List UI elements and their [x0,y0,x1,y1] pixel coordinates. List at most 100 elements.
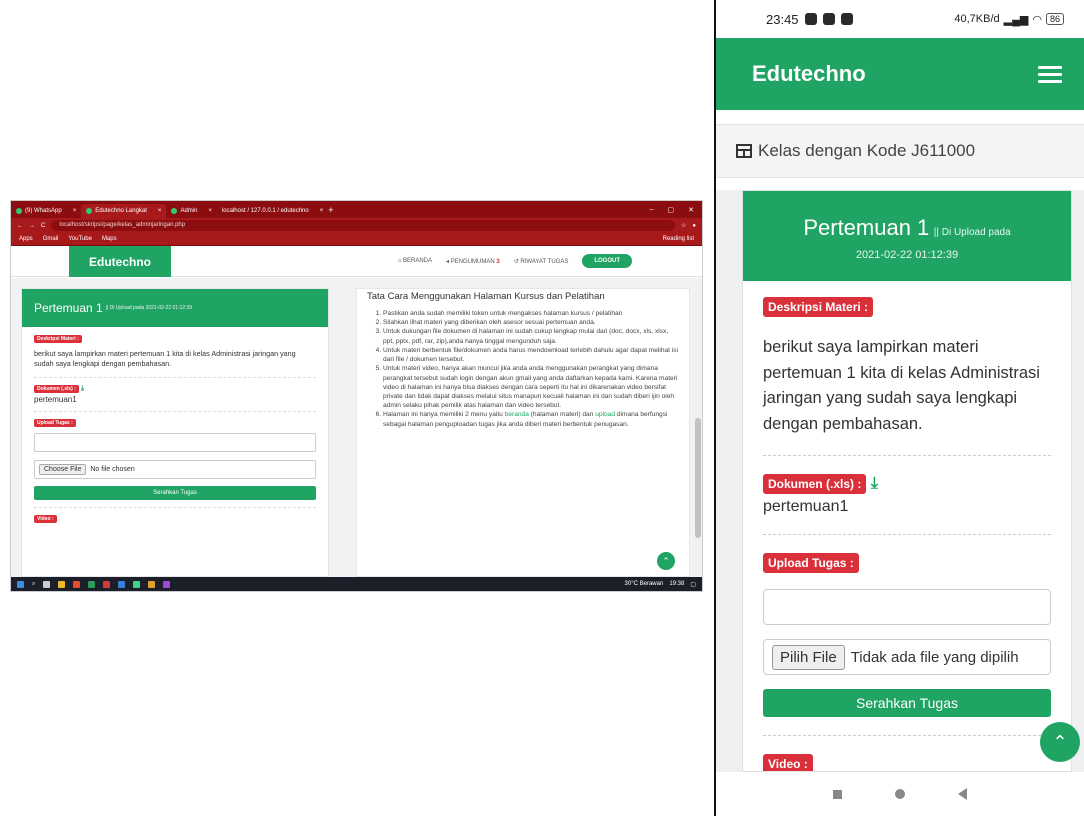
maximize-icon[interactable]: ▢ [668,206,675,214]
app-icon[interactable] [103,580,111,588]
file-input[interactable]: Pilih File Tidak ada file yang dipilih [763,639,1051,676]
status-right: 40,7KB/d ▂▄▆ ◠ 86 [954,13,1064,26]
scroll-top-button[interactable]: ⌃ [1040,722,1080,762]
site-navbar: Edutechno ⌂ BERANDA ◂ PENGUMUMAN 3 ↺ RIW… [11,246,702,277]
notification-icon[interactable]: ▢ [690,581,696,588]
tab-label: Edutechno Langkat [95,208,147,214]
dokumen-name[interactable]: pertemuan1 [763,498,1051,516]
dokumen-name[interactable]: pertemuan1 [34,395,316,404]
download-icon[interactable]: ⤓ [81,385,84,392]
nav-riwayat-tugas[interactable]: ↺ RIWAYAT TUGAS [514,258,569,265]
star-icon[interactable]: ☆ [681,222,686,229]
upload-text-input[interactable] [34,432,316,452]
page-body: Pertemuan 1 || Di Upload pada 2021-02-22… [11,278,702,577]
upload-text-input[interactable] [763,589,1051,626]
submit-button[interactable]: Serahkan Tugas [763,689,1051,718]
browser-tab-whatsapp[interactable]: (9) WhatsApp × [11,204,81,218]
notification-icon [840,13,853,25]
status-time: 23:45 [766,11,799,27]
forward-icon[interactable]: → [29,223,35,229]
window-controls: – ▢ ✕ [650,206,702,214]
bookmark-maps[interactable]: Maps [102,236,117,242]
chrome-icon[interactable] [148,580,156,588]
deskripsi-text: berikut saya lampirkan materi pertemuan … [763,338,1040,433]
weather-text[interactable]: 30°C Berawan [625,581,664,587]
mobile-navbar: Edutechno [716,38,1084,110]
home-icon[interactable] [894,789,905,799]
nav-pengumuman[interactable]: ◂ PENGUMUMAN 3 [446,258,500,265]
video-label: Video : [763,754,813,771]
download-icon[interactable]: ⤓ [871,475,878,492]
app-icon[interactable] [163,580,171,588]
choose-file-button[interactable]: Pilih File [772,644,845,670]
bookmark-youtube[interactable]: YouTube [68,236,92,242]
nav-menu: ⌂ BERANDA ◂ PENGUMUMAN 3 ↺ RIWAYAT TUGAS… [398,254,702,268]
taskview-icon[interactable] [43,580,51,588]
clock-text[interactable]: 19:38 [669,581,684,587]
browser-tab-phpmyadmin[interactable]: localhost / 127.0.0.1 / edutechno × [217,204,328,218]
site-brand[interactable]: Edutechno [69,246,171,277]
divider [763,735,1051,737]
wifi-icon: ◠ [1032,13,1042,26]
instruction-text: (halaman materi) dan [528,411,596,419]
breadcrumb: Kelas dengan Kode J611000 [716,124,1084,178]
explorer-icon[interactable] [58,580,66,588]
table-icon [736,144,752,158]
dokumen-label: Dokumen (.xls) : [34,384,79,393]
close-icon[interactable]: × [312,208,324,214]
address-bar: ← → C localhost/skripsi/page/kelas_admin… [11,218,702,233]
choose-file-button[interactable]: Choose File [39,463,87,475]
video-label: Video : [34,514,57,523]
instruction-item: Halaman ini hanya memiliki 2 menu yaitu … [383,410,679,428]
site-brand[interactable]: Edutechno [752,61,866,87]
windows-start-icon[interactable] [17,580,24,588]
search-icon[interactable]: ⌕ [32,581,35,588]
nav-beranda[interactable]: ⌂ BERANDA [398,258,432,264]
logout-button[interactable]: LOGOUT [582,254,632,268]
file-input[interactable]: Choose File No file chosen [34,459,316,479]
extension-icon[interactable]: ● [692,223,696,229]
card-header: Pertemuan 1 || Di Upload pada 2021-02-22… [743,191,1071,281]
new-tab-button[interactable]: + [328,205,333,215]
app-icon[interactable] [88,580,96,588]
chevron-up-icon: ⌃ [1052,731,1068,752]
minimize-icon[interactable]: – [650,206,654,214]
reading-list[interactable]: Reading list [663,236,694,242]
nav-label: PENGUMUMAN [450,258,495,265]
tab-label: Admin [180,208,198,214]
upload-link[interactable]: upload [595,411,615,418]
instruction-item: Untuk materi berbentuk file/dokumen anda… [383,346,679,364]
no-file-text: No file chosen [90,465,135,473]
scroll-top-button[interactable]: ⌃ [657,552,675,570]
upload-label: Upload Tugas : [34,418,76,427]
divider [763,534,1051,536]
bookmark-apps[interactable]: Apps [19,236,33,242]
divider [34,376,316,378]
back-icon[interactable]: ← [17,223,23,229]
deskripsi-label: Deskripsi Materi : [763,297,874,317]
nav-label: BERANDA [402,258,432,264]
browser-tab-admin[interactable]: Admin × [166,204,217,218]
scrollbar-thumb[interactable] [695,418,701,538]
battery-level: 86 [1045,13,1064,25]
chevron-up-icon: ⌃ [662,555,670,566]
page-scrollbar[interactable] [694,278,702,577]
bookmark-gmail[interactable]: Gmail [43,236,59,242]
browser-tab-edutechno[interactable]: Edutechno Langkat × [81,204,167,218]
close-window-icon[interactable]: ✕ [688,206,694,214]
close-icon[interactable]: × [150,208,162,214]
close-icon[interactable]: × [65,208,77,214]
app-icon[interactable] [73,580,81,588]
reload-icon[interactable]: C [41,223,45,229]
close-icon[interactable]: × [200,208,212,214]
recent-apps-icon[interactable] [832,789,842,799]
app-icon[interactable] [133,580,141,588]
back-icon[interactable] [958,788,968,800]
beranda-link[interactable]: beranda [505,411,529,418]
instructions-panel: Tata Cara Menggunakan Halaman Kursus dan… [356,288,690,577]
url-field[interactable]: localhost/skripsi/page/kelas_adminjaring… [51,220,675,231]
submit-button[interactable]: Serahkan Tugas [34,485,316,500]
app-icon[interactable] [118,580,126,588]
bookmarks-bar: Apps Gmail YouTube Maps Reading list [11,233,702,246]
hamburger-menu-icon[interactable] [1038,62,1062,87]
